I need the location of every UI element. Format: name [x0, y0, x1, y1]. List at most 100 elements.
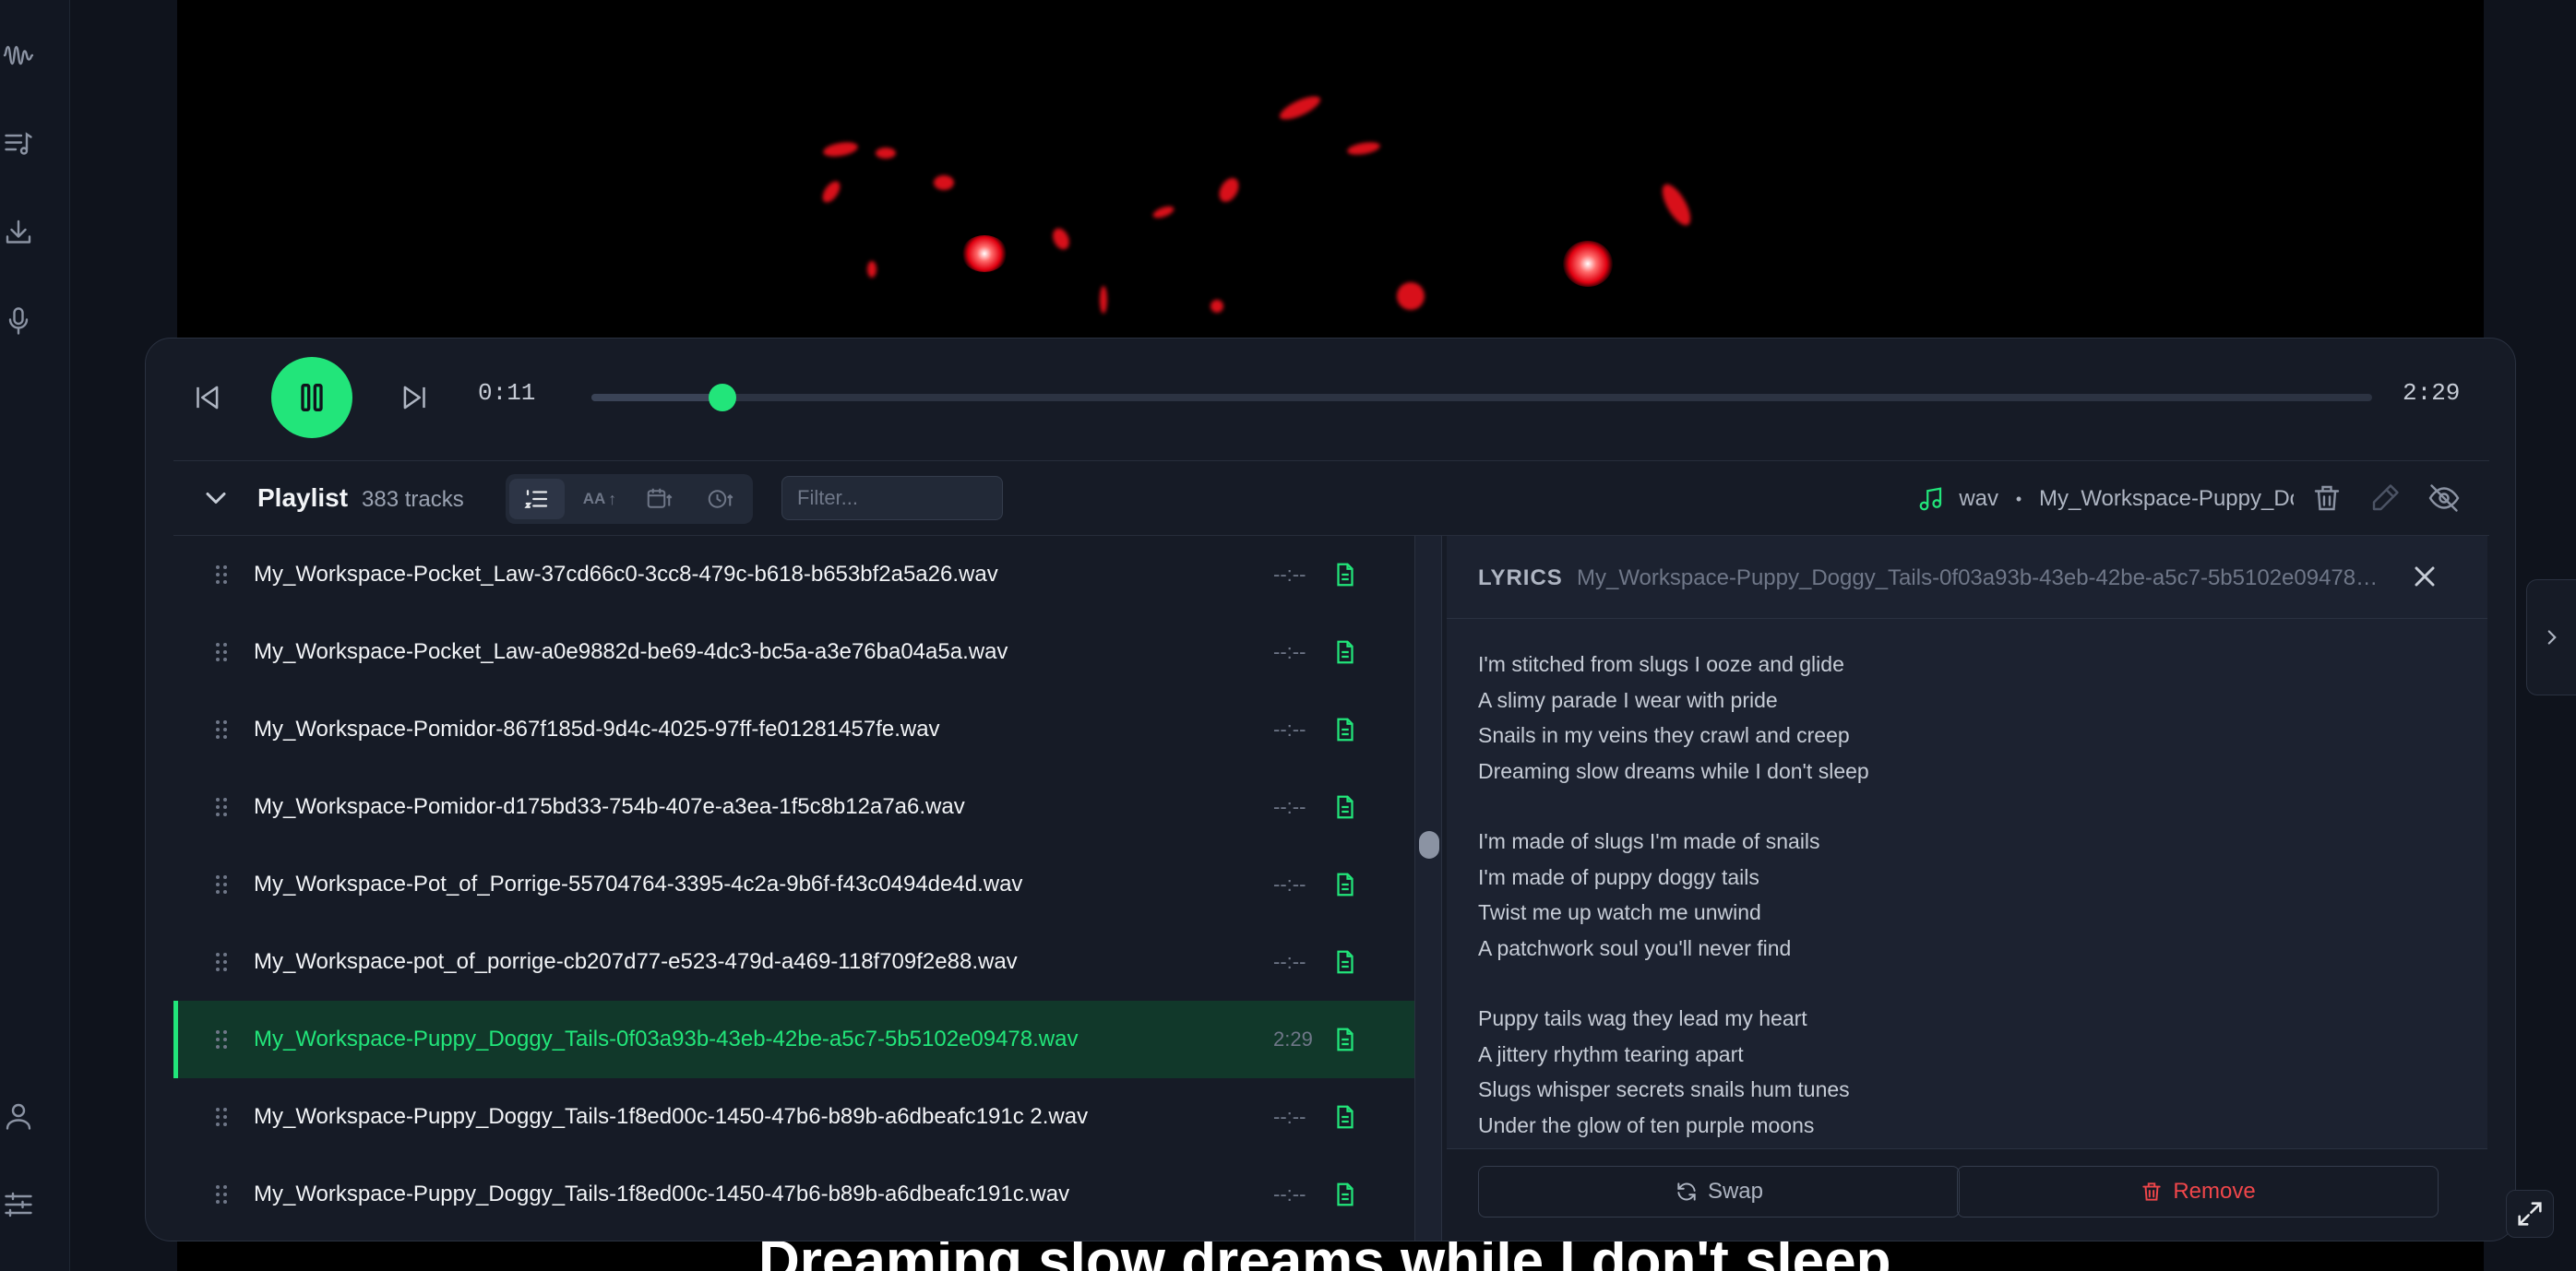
total-time: 2:29 [2403, 379, 2461, 407]
swap-button[interactable]: Swap [1478, 1166, 1960, 1218]
next-track-button[interactable] [397, 379, 434, 416]
track-row-active[interactable]: My_Workspace-Puppy_Doggy_Tails-0f03a93b-… [173, 1001, 1414, 1078]
lyric-line: A patchwork soul you'll never find [1478, 935, 1792, 960]
scrollbar-thumb[interactable] [1419, 831, 1439, 859]
remove-button[interactable]: Remove [1957, 1166, 2439, 1218]
playlist-icon[interactable] [0, 125, 37, 162]
track-duration: 2:29 [1273, 1027, 1313, 1051]
seek-bar[interactable] [591, 384, 2372, 411]
download-icon[interactable] [0, 214, 37, 251]
lyrics-footer: Swap Remove [1447, 1148, 2487, 1241]
lyrics-document-icon[interactable] [1331, 716, 1359, 743]
track-name: My_Workspace-Pocket_Law-37cd66c0-3cc8-47… [254, 562, 998, 587]
refresh-icon [1677, 1182, 1696, 1201]
seek-bar-thumb[interactable] [709, 384, 737, 411]
viz-particle [867, 261, 877, 278]
lyric-line: A slimy parade I wear with pride [1478, 687, 1778, 712]
viz-particle [1346, 139, 1381, 158]
user-icon[interactable] [0, 1098, 37, 1134]
track-row[interactable]: My_Workspace-Pocket_Law-37cd66c0-3cc8-47… [173, 536, 1414, 613]
track-list-scrollbar[interactable] [1414, 536, 1442, 1241]
nav-rail [0, 0, 70, 1271]
track-row[interactable]: My_Workspace-Pomidor-867f185d-9d4c-4025-… [173, 691, 1414, 768]
settings-sliders-icon[interactable] [0, 1186, 37, 1223]
now-playing-info: wav • My_Workspace-Puppy_Doggy_Tails-0f0… [1917, 485, 2294, 513]
play-pause-button[interactable] [271, 357, 352, 438]
expand-icon [2518, 1202, 2542, 1226]
drag-handle-icon[interactable] [214, 1028, 229, 1051]
list-order-icon [524, 490, 548, 508]
music-note-icon [1919, 487, 1942, 511]
visualizer-canvas [177, 0, 2484, 350]
now-playing-format: wav [1959, 486, 1998, 511]
drag-handle-icon[interactable] [214, 873, 229, 896]
track-row[interactable]: My_Workspace-Puppy_Doggy_Tails-1f8ed00c-… [173, 1078, 1414, 1156]
lyric-line: A jittery rhythm tearing apart [1478, 1041, 1744, 1066]
lyrics-stanza: I'm stitched from slugs I ooze and glide… [1478, 647, 2456, 789]
lyrics-document-icon[interactable] [1331, 1103, 1359, 1131]
collapse-playlist-chevron-icon[interactable] [199, 481, 233, 515]
track-name: My_Workspace-Puppy_Doggy_Tails-1f8ed00c-… [254, 1182, 1070, 1206]
track-row[interactable]: My_Workspace-Pomidor-d175bd33-754b-407e-… [173, 768, 1414, 846]
drag-handle-icon[interactable] [214, 951, 229, 973]
sort-manual-button[interactable] [509, 479, 565, 519]
transport-bar: 0:11 2:29 [146, 339, 2515, 460]
drag-handle-icon[interactable] [214, 1183, 229, 1206]
lyric-line: I'm made of slugs I'm made of snails [1478, 829, 1820, 853]
lyrics-text: I'm stitched from slugs I ooze and glide… [1478, 647, 2456, 1178]
sort-date-button[interactable] [631, 479, 686, 519]
viz-particle [1656, 180, 1697, 230]
lyric-line: I'm stitched from slugs I ooze and glide [1478, 652, 1844, 676]
calendar-sort-icon [647, 488, 673, 508]
lyrics-document-icon[interactable] [1331, 638, 1359, 666]
sort-controls: AA ↑ [506, 474, 753, 524]
app-root: Dreaming slow dreams while I don't sleep… [0, 0, 2576, 1271]
drag-handle-icon[interactable] [214, 796, 229, 818]
drag-handle-icon[interactable] [214, 564, 229, 586]
playlist-title: Playlist [257, 483, 349, 512]
track-name: My_Workspace-Pomidor-867f185d-9d4c-4025-… [254, 717, 940, 742]
track-duration: --:-- [1273, 873, 1306, 896]
viz-particle [1049, 225, 1073, 253]
lyrics-document-icon[interactable] [1331, 948, 1359, 976]
lyrics-label: LYRICS [1478, 565, 1563, 590]
playlist-header: Playlist 383 tracks AA↑ wav [146, 461, 2515, 535]
lyrics-document-icon[interactable] [1331, 561, 1359, 588]
playlist-filter-input[interactable] [781, 476, 1003, 520]
track-row[interactable]: My_Workspace-pot_of_porrige-cb207d77-e52… [173, 923, 1414, 1001]
viz-glow-particle [961, 235, 1008, 272]
viz-particle [1397, 282, 1425, 310]
alpha-sort-icon: AA [582, 490, 606, 507]
track-duration: --:-- [1273, 640, 1306, 663]
trash-icon[interactable] [2310, 481, 2343, 515]
drag-handle-icon[interactable] [214, 719, 229, 741]
swap-label: Swap [1707, 1179, 1764, 1204]
current-time: 0:11 [478, 379, 536, 407]
lyric-line: Twist me up watch me unwind [1478, 900, 1761, 924]
waveform-icon[interactable] [0, 37, 37, 74]
lyrics-document-icon[interactable] [1331, 793, 1359, 821]
sort-duration-button[interactable] [692, 479, 747, 519]
fullscreen-button[interactable] [2506, 1190, 2554, 1238]
eye-off-icon[interactable] [2427, 481, 2461, 515]
lyric-line: Puppy tails wag they lead my heart [1478, 1006, 1807, 1030]
track-row[interactable]: My_Workspace-Pot_of_Porrige-55704764-339… [173, 846, 1414, 923]
drag-handle-icon[interactable] [214, 1106, 229, 1128]
edit-pencil-icon[interactable] [2368, 481, 2402, 515]
close-icon[interactable] [2408, 560, 2441, 593]
side-panel-toggle[interactable] [2526, 579, 2576, 695]
seek-bar-fill [591, 394, 723, 401]
previous-track-button[interactable] [188, 379, 225, 416]
lyrics-document-icon[interactable] [1331, 871, 1359, 898]
sort-alpha-button[interactable]: AA ↑ [570, 479, 629, 519]
viz-glow-particle [1563, 241, 1613, 287]
drag-handle-icon[interactable] [214, 641, 229, 663]
microphone-icon[interactable] [0, 303, 37, 339]
track-row[interactable]: My_Workspace-Pocket_Law-a0e9882d-be69-4d… [173, 613, 1414, 691]
viz-particle [1151, 204, 1175, 220]
viz-particle [934, 175, 954, 190]
lyrics-document-icon[interactable] [1331, 1181, 1359, 1208]
remove-label: Remove [2173, 1179, 2256, 1204]
lyrics-document-icon[interactable] [1331, 1026, 1359, 1053]
track-row[interactable]: My_Workspace-Puppy_Doggy_Tails-1f8ed00c-… [173, 1156, 1414, 1233]
